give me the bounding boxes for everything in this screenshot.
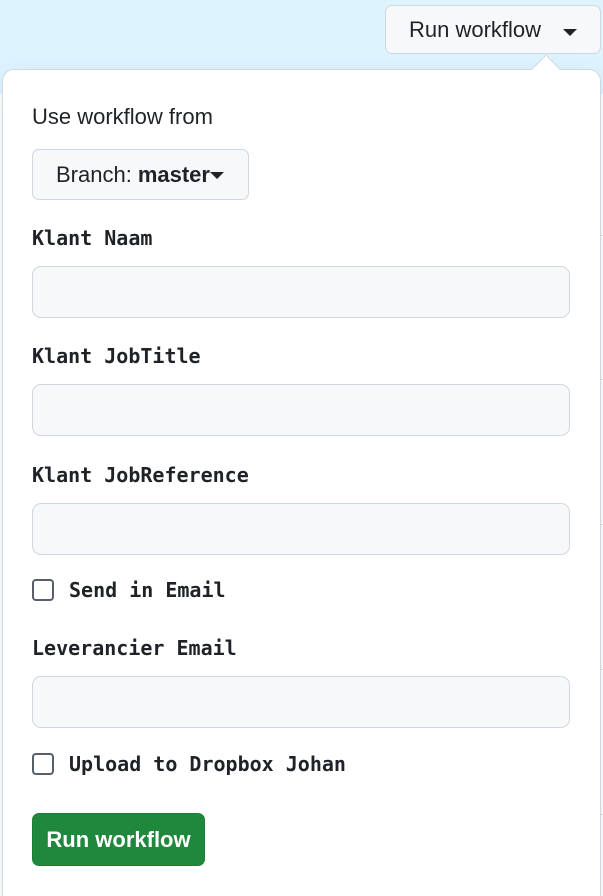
klant-jobtitle-label: Klant JobTitle bbox=[32, 344, 201, 368]
run-workflow-submit-button[interactable]: Run workflow bbox=[32, 813, 205, 866]
klant-jobreference-label: Klant JobReference bbox=[32, 463, 249, 487]
klant-jobreference-input[interactable] bbox=[32, 503, 570, 555]
caret-down-icon bbox=[210, 172, 224, 179]
run-workflow-dropdown-label: Run workflow bbox=[409, 16, 542, 42]
klant-naam-label: Klant Naam bbox=[32, 226, 153, 250]
caret-down-icon bbox=[563, 29, 577, 36]
send-in-email-label[interactable]: Send in Email bbox=[69, 578, 226, 602]
upload-dropbox-option[interactable]: Upload to Dropbox Johan bbox=[32, 752, 346, 776]
run-workflow-dropdown-button[interactable]: Run workflow bbox=[385, 5, 601, 54]
leverancier-email-input[interactable] bbox=[32, 676, 570, 728]
branch-name: master bbox=[137, 161, 210, 187]
branch-prefix: Branch: bbox=[56, 161, 132, 187]
klant-naam-input[interactable] bbox=[32, 266, 570, 318]
klant-jobtitle-input[interactable] bbox=[32, 384, 570, 436]
branch-select-button[interactable]: Branch: master bbox=[32, 149, 249, 200]
send-in-email-option[interactable]: Send in Email bbox=[32, 578, 226, 602]
upload-dropbox-checkbox[interactable] bbox=[32, 753, 54, 775]
upload-dropbox-label[interactable]: Upload to Dropbox Johan bbox=[69, 752, 346, 776]
use-workflow-from-heading: Use workflow from bbox=[32, 104, 213, 129]
send-in-email-checkbox[interactable] bbox=[32, 579, 54, 601]
leverancier-email-label: Leverancier Email bbox=[32, 636, 237, 660]
